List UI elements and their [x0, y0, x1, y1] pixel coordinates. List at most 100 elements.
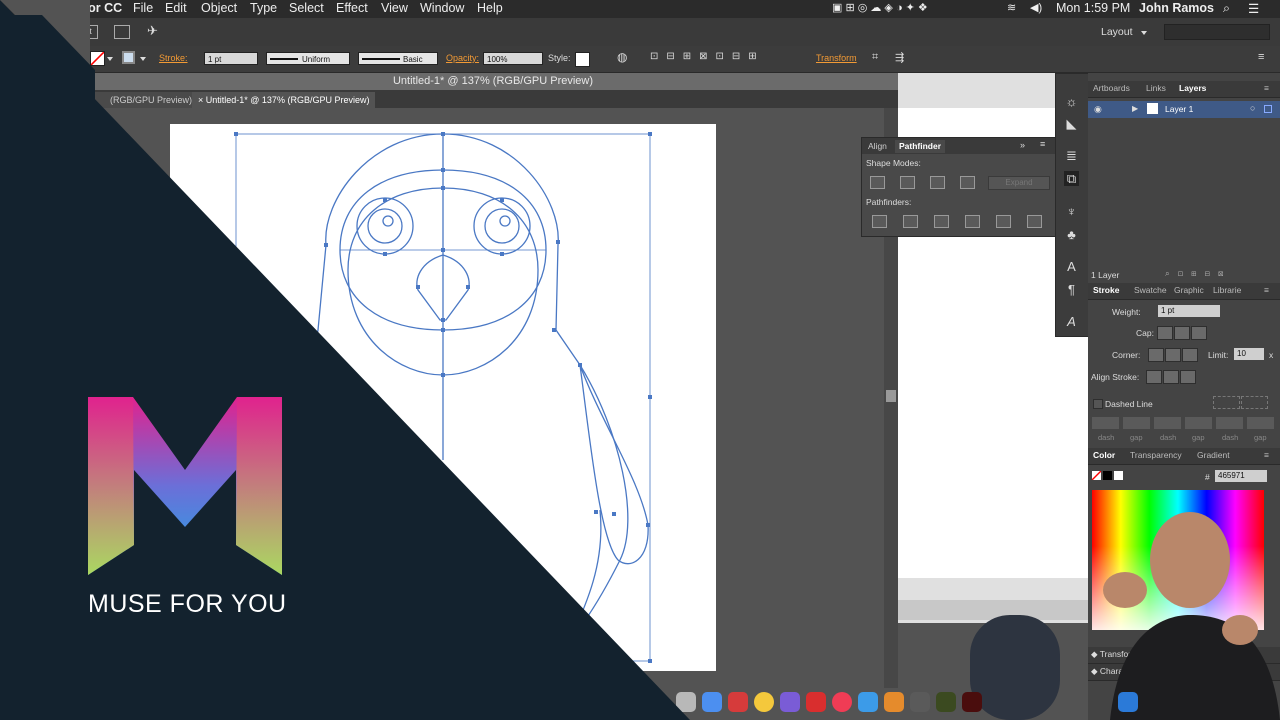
paragraph-icon[interactable]: A [1064, 259, 1079, 274]
stroke-menu-icon[interactable]: ≡ [1264, 285, 1269, 295]
unite-button[interactable] [870, 176, 885, 189]
white-swatch[interactable] [1114, 471, 1123, 480]
brand-text: MUSE FOR YOU [88, 590, 287, 618]
panel-menu-icon[interactable]: ≡ [1040, 139, 1045, 149]
tab-transparency[interactable]: Transparency [1130, 450, 1182, 460]
dash-field-2[interactable] [1154, 417, 1181, 429]
brightness-icon[interactable]: ☼ [1064, 94, 1079, 109]
dock-icon[interactable] [962, 692, 982, 712]
dash-align-button[interactable] [1241, 396, 1268, 409]
butt-cap-button[interactable] [1157, 326, 1173, 340]
align-outside-button[interactable] [1180, 370, 1196, 384]
intersect-button[interactable] [930, 176, 945, 189]
crop-button[interactable] [965, 215, 980, 228]
layer-row[interactable]: ◉ ▶ Layer 1 ○ [1088, 101, 1280, 118]
round-join-button[interactable] [1165, 348, 1181, 362]
weight-label: Weight: [1112, 307, 1141, 317]
tab-libraries[interactable]: Librarie [1213, 285, 1241, 295]
layers-footer-buttons[interactable]: ⌕⊡⊞⊟⊠ [1165, 268, 1231, 279]
weight-field[interactable]: 1 pt [1158, 305, 1220, 317]
black-swatch[interactable] [1103, 471, 1112, 480]
dash-label-2: dash [1160, 433, 1177, 442]
tab-swatches[interactable]: Swatche [1134, 285, 1167, 295]
gap-field-2[interactable] [1185, 417, 1212, 429]
tab-layers[interactable]: Layers [1179, 83, 1206, 93]
tab-pathfinder[interactable]: Pathfinder [895, 140, 946, 153]
dashed-line-checkbox[interactable] [1093, 399, 1103, 409]
dock [672, 688, 1142, 720]
dash-label-1: dash [1098, 433, 1115, 442]
tab-color[interactable]: Color [1093, 450, 1115, 460]
dash-preserve-button[interactable] [1213, 396, 1240, 409]
dash-field-1[interactable] [1092, 417, 1119, 429]
collapse-icon[interactable]: » [1020, 140, 1025, 150]
dock-icon[interactable] [806, 692, 826, 712]
right-eye-outer [473, 197, 531, 255]
gap-field-1[interactable] [1123, 417, 1150, 429]
color-menu-icon[interactable]: ≡ [1264, 450, 1269, 460]
none-color-swatch[interactable] [1091, 470, 1102, 481]
layer-name[interactable]: Layer 1 [1165, 104, 1193, 114]
dock-icon[interactable] [780, 692, 800, 712]
outline-button[interactable] [996, 215, 1011, 228]
pathfinder-header: Align Pathfinder » ≡ [862, 138, 1055, 154]
limit-unit: x [1269, 350, 1274, 360]
glyphs-icon[interactable]: A [1064, 314, 1079, 329]
tab-stroke[interactable]: Stroke [1093, 285, 1119, 295]
projecting-cap-button[interactable] [1191, 326, 1207, 340]
dock-icon[interactable] [832, 692, 852, 712]
hex-field[interactable]: 465971 [1215, 470, 1267, 482]
appearance-icon[interactable]: ◣ [1064, 116, 1079, 131]
tab-artboards[interactable]: Artboards [1093, 83, 1130, 93]
symbols-icon[interactable]: ♣ [1064, 227, 1079, 242]
expand-button[interactable]: Expand [988, 176, 1050, 190]
trim-button[interactable] [903, 215, 918, 228]
visibility-eye-icon[interactable]: ◉ [1094, 104, 1102, 115]
dash-field-3[interactable] [1216, 417, 1243, 429]
exclude-button[interactable] [960, 176, 975, 189]
layers-menu-icon[interactable]: ≡ [1264, 83, 1269, 93]
hand-shape [1103, 572, 1147, 608]
opentype-icon[interactable]: ¶ [1064, 282, 1079, 297]
none-slash-icon [1091, 470, 1102, 481]
limit-label: Limit: [1208, 350, 1229, 360]
merge-button[interactable] [934, 215, 949, 228]
round-cap-button[interactable] [1174, 326, 1190, 340]
tab-graphic[interactable]: Graphic [1174, 285, 1204, 295]
dock-icon[interactable] [884, 692, 904, 712]
dash-label-3: dash [1222, 433, 1239, 442]
dock-icon[interactable] [858, 692, 878, 712]
pathfinder-icon[interactable]: ⧉ [1064, 171, 1079, 186]
pathfinder-panel: Align Pathfinder » ≡ Shape Modes: Expand… [861, 137, 1056, 237]
dock-icon[interactable] [754, 692, 774, 712]
align-center-button[interactable] [1146, 370, 1162, 384]
align-inside-button[interactable] [1163, 370, 1179, 384]
tab-links[interactable]: Links [1146, 83, 1166, 93]
dock-icon[interactable] [702, 692, 722, 712]
limit-field[interactable]: 10 [1234, 348, 1264, 360]
dock-icon[interactable] [1118, 692, 1138, 712]
dock-icon[interactable] [728, 692, 748, 712]
selection-indicator[interactable] [1264, 105, 1272, 113]
tab-gradient[interactable]: Gradient [1197, 450, 1230, 460]
target-icon[interactable]: ○ [1250, 103, 1255, 113]
expand-layer-icon[interactable]: ▶ [1132, 104, 1138, 113]
dock-icon[interactable] [910, 692, 930, 712]
miter-join-button[interactable] [1148, 348, 1164, 362]
minus-back-button[interactable] [1027, 215, 1042, 228]
minus-front-button[interactable] [900, 176, 915, 189]
shape-modes-label: Shape Modes: [866, 158, 921, 168]
corner-label: Corner: [1112, 350, 1141, 360]
gap-label-1: gap [1130, 433, 1143, 442]
divide-button[interactable] [872, 215, 887, 228]
bevel-join-button[interactable] [1182, 348, 1198, 362]
align-icon[interactable]: ≣ [1064, 148, 1079, 163]
brushes-icon[interactable]: ♆ [1064, 204, 1079, 219]
tab-align[interactable]: Align [864, 140, 891, 153]
hex-prefix: # [1205, 472, 1210, 482]
left-eye-inner [367, 208, 403, 244]
muse-dock-icon[interactable] [936, 692, 956, 712]
dock-icon[interactable] [676, 692, 696, 712]
cap-label: Cap: [1136, 328, 1154, 338]
gap-field-3[interactable] [1247, 417, 1274, 429]
